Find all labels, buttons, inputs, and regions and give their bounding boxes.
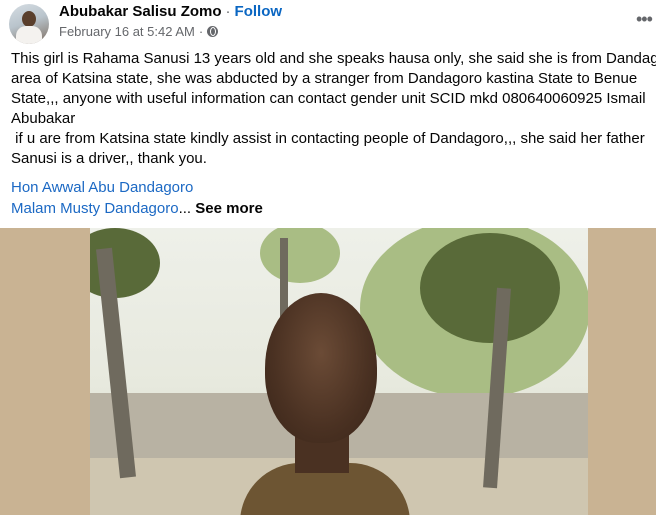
author-line: Abubakar Salisu Zomo · Follow bbox=[59, 3, 282, 20]
author-name[interactable]: Abubakar Salisu Zomo bbox=[59, 3, 222, 20]
post-line: if u are from Katsina state kindly assis… bbox=[11, 130, 645, 147]
post-line: Abubakar bbox=[11, 110, 76, 127]
post-photo-frame bbox=[0, 228, 656, 515]
post-header: Abubakar Salisu Zomo · Follow February 16 … bbox=[0, 0, 656, 44]
tagged-links: Hon Awwal Abu Dandagoro Malam Musty Dand… bbox=[11, 177, 263, 219]
post-timestamp[interactable]: February 16 at 5:42 AM bbox=[59, 24, 195, 39]
name-separator: · bbox=[225, 3, 231, 20]
meta-separator: · bbox=[198, 24, 204, 39]
post-meta: February 16 at 5:42 AM · bbox=[59, 24, 219, 39]
author-avatar[interactable] bbox=[9, 4, 49, 44]
avatar-head-shape bbox=[22, 11, 36, 27]
post-line: Sanusi is a driver,, thank you. bbox=[11, 150, 207, 167]
globe-icon[interactable] bbox=[207, 26, 219, 37]
tag-link-musty[interactable]: Malam Musty Dandagoro bbox=[11, 200, 179, 217]
post-line: State,,, anyone with useful information … bbox=[11, 90, 646, 107]
more-options-icon[interactable]: ••• bbox=[636, 10, 653, 28]
subject-head bbox=[265, 293, 377, 443]
post-line: area of Katsina state, she was abducted … bbox=[11, 70, 638, 87]
ellipsis: ... bbox=[178, 200, 192, 217]
post-body: This girl is Rahama Sanusi 13 years old … bbox=[11, 49, 656, 169]
see-more-link[interactable]: See more bbox=[195, 200, 263, 217]
avatar-body-shape bbox=[16, 26, 42, 44]
tag-link-awwal[interactable]: Hon Awwal Abu Dandagoro bbox=[11, 179, 193, 196]
background-foliage bbox=[260, 228, 340, 283]
background-foliage bbox=[420, 233, 560, 343]
follow-button[interactable]: Follow bbox=[235, 3, 283, 20]
post-line: This girl is Rahama Sanusi 13 years old … bbox=[11, 50, 656, 67]
post-photo[interactable] bbox=[90, 228, 588, 515]
